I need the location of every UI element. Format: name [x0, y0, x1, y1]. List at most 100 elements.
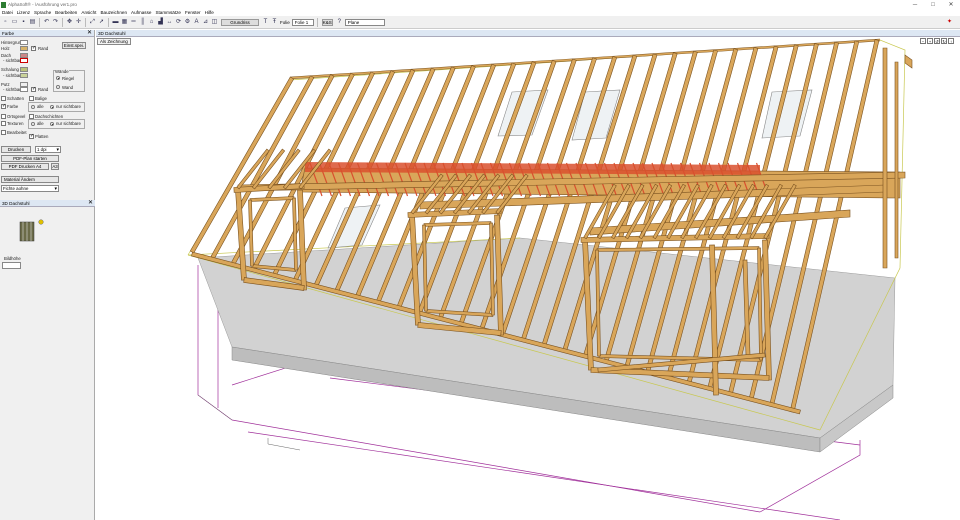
rotate-icon[interactable]: ⟳	[175, 19, 182, 26]
checkbox-bearbeitet[interactable]	[1, 130, 6, 135]
text-icon[interactable]: A	[193, 19, 200, 26]
view-nav-buttons: − + ↺ ↻ ↑	[919, 38, 954, 44]
swatch-dach-sichtbar[interactable]	[20, 58, 28, 63]
checkbox-rand1[interactable]	[31, 45, 36, 51]
cross-icon[interactable]: ✛	[75, 19, 82, 26]
column-icon[interactable]: ║	[139, 19, 146, 26]
dpi-select[interactable]: 1 dpi	[35, 146, 61, 153]
bildhoehe-input[interactable]	[2, 262, 21, 269]
menu-datei[interactable]: Datei	[0, 10, 15, 15]
radio-alle2[interactable]	[31, 122, 35, 126]
floor-outline	[197, 394, 301, 451]
undo-icon[interactable]: ↶	[43, 19, 50, 26]
pdf-drucken-button[interactable]: PDF Drucken A4	[1, 163, 49, 170]
title-bar: AlphaSoft® - \Ausführung ver1.pro ─ □ ✕	[0, 0, 960, 9]
swatch-schalung-sichtbar[interactable]	[20, 73, 28, 78]
wall-icon[interactable]: ▬	[112, 19, 119, 26]
label-alle2: alle	[37, 121, 44, 126]
menu-lizenz[interactable]: Lizenz	[15, 10, 32, 15]
checkbox-farbe[interactable]	[1, 103, 6, 109]
menu-bearbeiten[interactable]: Bearbeiten	[53, 10, 79, 15]
separator	[62, 17, 63, 27]
radio-riegel[interactable]	[56, 76, 60, 80]
3d-roof-scene[interactable]	[96, 30, 960, 520]
radio-nur-sichtbare2[interactable]	[50, 122, 54, 126]
checkbox-platten[interactable]	[29, 133, 34, 139]
pdf-plan-button[interactable]: PDF-Plan starten	[1, 155, 59, 162]
separator	[85, 17, 86, 27]
roof-icon[interactable]: ⌂	[148, 19, 155, 26]
view-mode-select[interactable]: Grundriss	[221, 18, 259, 26]
close-button[interactable]: ✕	[942, 0, 960, 9]
level-input[interactable]: Folie 1	[291, 18, 314, 26]
ks-button[interactable]: K&S	[321, 18, 333, 26]
checkbox-balige[interactable]	[29, 96, 34, 101]
zoom-out-icon[interactable]: −	[920, 38, 926, 44]
close-icon[interactable]: ✕	[87, 30, 92, 36]
window-title: AlphaSoft® - \Ausführung ver1.pro	[8, 2, 77, 7]
drucken-button[interactable]: Drucken	[1, 146, 31, 153]
menu-sprache[interactable]: Sprache	[32, 10, 53, 15]
checkbox-texturen[interactable]	[1, 121, 6, 126]
new-file-icon[interactable]: ▫	[2, 19, 9, 26]
alert-icon[interactable]: ✦	[946, 19, 953, 26]
swatch-schalung[interactable]	[20, 67, 28, 72]
radio-alle1[interactable]	[31, 105, 35, 109]
menu-stammsaetze[interactable]: Stammsätze	[153, 10, 183, 15]
move-icon[interactable]: ✥	[66, 19, 73, 26]
rotate-left-icon[interactable]: ↺	[934, 38, 940, 44]
rotate-right-icon[interactable]: ↻	[941, 38, 947, 44]
menu-aufmasse[interactable]: Aufmasse	[129, 10, 153, 15]
text-edit-icon[interactable]: Ŧ	[271, 19, 278, 26]
menu-bar: Datei Lizenz Sprache Bearbeiten Ansicht …	[0, 9, 960, 16]
layer-select[interactable]: Plane	[344, 18, 385, 26]
menu-hilfe[interactable]: Hilfe	[203, 10, 216, 15]
label-nur-sichtbare2: nur sichtbare	[56, 121, 81, 126]
checkbox-ortsgevel[interactable]	[1, 114, 6, 119]
menu-fenster[interactable]: Fenster	[183, 10, 203, 15]
maximize-button[interactable]: □	[924, 0, 942, 9]
pointer-icon[interactable]: ➚	[98, 19, 105, 26]
gable-posts	[882, 47, 913, 269]
roof-thumbnail-icon[interactable]	[18, 219, 46, 243]
checkbox-rand2[interactable]	[31, 86, 36, 92]
radio-nur-sichtbare1[interactable]	[50, 105, 54, 109]
app-icon	[1, 1, 6, 8]
a3-button[interactable]: A3	[51, 163, 59, 170]
open-folder-icon[interactable]: ▭	[11, 19, 18, 26]
dachstuhl-panel-header: 3D Dachstuhl ✕	[0, 200, 95, 207]
print-icon[interactable]: ▤	[29, 19, 36, 26]
label-bildhoehe: Bildhöhe	[4, 256, 21, 261]
zoom-in-icon[interactable]: +	[927, 38, 933, 44]
dachstuhl-panel-title: 3D Dachstuhl	[2, 200, 30, 206]
swatch-holz[interactable]	[20, 46, 28, 51]
close-icon[interactable]: ✕	[88, 200, 93, 206]
label-schatten: Schatten	[7, 96, 24, 101]
save-icon[interactable]: ▪	[20, 19, 27, 26]
stair-icon[interactable]: ▟	[157, 19, 164, 26]
als-zeichnung-button[interactable]: Als Zeichnung	[97, 38, 131, 45]
material-select[interactable]: Fichte aohne	[1, 185, 59, 192]
checkbox-schatten[interactable]	[1, 96, 6, 101]
material-andern-button[interactable]: Material Ändern	[1, 176, 59, 183]
view-up-icon[interactable]: ↑	[948, 38, 954, 44]
redo-icon[interactable]: ↷	[52, 19, 59, 26]
zoom-icon[interactable]: ⤢	[89, 19, 96, 26]
text-tool-icon[interactable]: T	[262, 19, 269, 26]
separator	[316, 17, 318, 27]
help-icon[interactable]: ?	[336, 19, 343, 26]
measure-icon[interactable]: ⊿	[202, 19, 209, 26]
swatch-hintergrund[interactable]	[20, 40, 28, 45]
menu-ansicht[interactable]: Ansicht	[79, 10, 98, 15]
einst-spei-button[interactable]: Einst.spei.	[62, 42, 86, 49]
beam-icon[interactable]: ═	[130, 19, 137, 26]
layer-icon[interactable]: ◫	[211, 19, 218, 26]
minimize-button[interactable]: ─	[906, 0, 924, 9]
swatch-putz-sichtbar[interactable]	[20, 87, 28, 92]
settings-icon[interactable]: ⚙	[184, 19, 191, 26]
dimension-icon[interactable]: ↔	[166, 19, 173, 26]
radio-wand[interactable]	[56, 85, 60, 89]
window-icon[interactable]: ▦	[121, 19, 128, 26]
label-platten: Platten	[35, 134, 49, 139]
menu-bauzeichnen[interactable]: Bauzeichnen	[98, 10, 129, 15]
